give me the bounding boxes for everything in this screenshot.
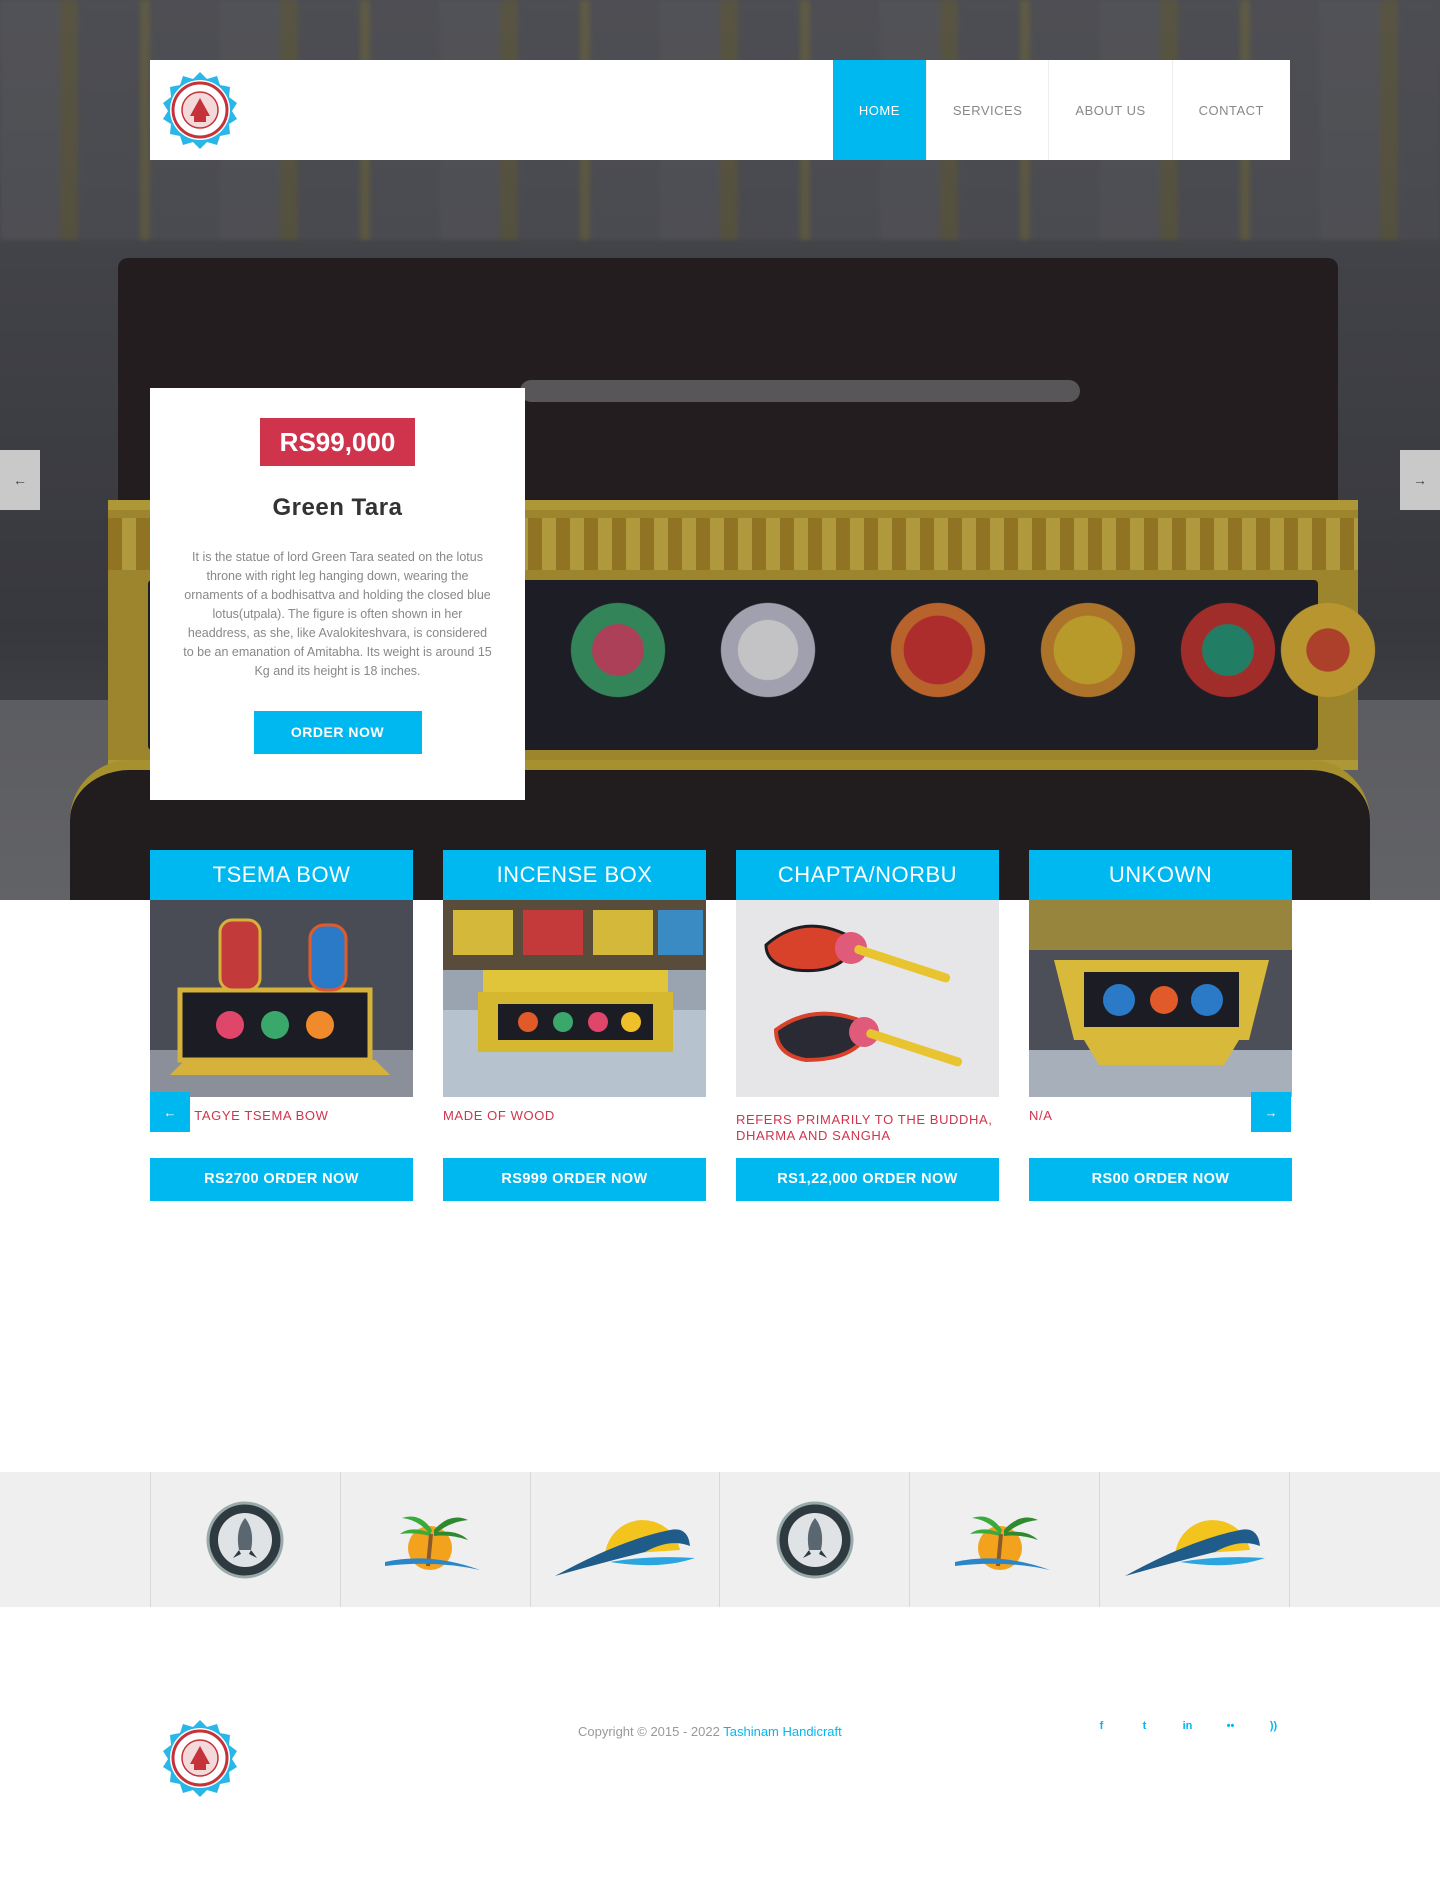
partners-strip	[0, 1472, 1440, 1607]
facebook-icon[interactable]: f	[1080, 1716, 1123, 1736]
nav-services[interactable]: SERVICES	[925, 60, 1049, 160]
product-title: TSEMA BOW	[150, 850, 413, 900]
site-logo[interactable]	[160, 70, 240, 150]
featured-title: Green Tara	[272, 494, 403, 521]
nav-contact[interactable]: CONTACT	[1171, 60, 1290, 160]
nav-home[interactable]: HOME	[832, 60, 926, 160]
main-nav: HOME SERVICES ABOUT US CONTACT	[832, 60, 1290, 160]
partner-logo-dolphin-sun[interactable]	[1100, 1472, 1290, 1607]
product-order-button[interactable]: RS1,22,000 ORDER NOW	[736, 1158, 999, 1201]
product-order-button[interactable]: RS00 ORDER NOW	[1029, 1158, 1292, 1201]
linkedin-icon[interactable]: in	[1166, 1716, 1209, 1736]
product-carousel: TSEMA BOW TASHI TAGYE TSEMA BOW RS2700 O…	[150, 850, 1292, 1201]
product-card: INCENSE BOX MADE OF WOOD RS999 ORDER NOW	[443, 850, 706, 1201]
partner-logo-palm-island[interactable]	[910, 1472, 1101, 1607]
site-header: HOME SERVICES ABOUT US CONTACT	[150, 60, 1290, 160]
product-image-unknown[interactable]	[1029, 900, 1292, 1097]
nav-about-us[interactable]: ABOUT US	[1048, 60, 1171, 160]
product-order-button[interactable]: RS2700 ORDER NOW	[150, 1158, 413, 1201]
product-title: INCENSE BOX	[443, 850, 706, 900]
copyright-brand-link[interactable]: Tashinam Handicraft	[723, 1724, 842, 1739]
product-card: TSEMA BOW TASHI TAGYE TSEMA BOW RS2700 O…	[150, 850, 413, 1201]
featured-price-badge: RS99,000	[259, 418, 416, 466]
copyright-prefix: Copyright © 2015 - 2022	[578, 1724, 720, 1739]
flickr-icon[interactable]: ••	[1209, 1716, 1252, 1736]
partner-logo-rocket[interactable]	[720, 1472, 911, 1607]
product-image-tsema-bow[interactable]	[150, 900, 413, 1097]
product-image-incense-box[interactable]	[443, 900, 706, 1097]
carousel-prev-button[interactable]: ←	[150, 1092, 190, 1132]
product-card: CHAPTA/NORBU REFERS PRIMARILY TO THE BUD…	[736, 850, 999, 1201]
partner-logo-rocket[interactable]	[151, 1472, 341, 1607]
product-title: UNKOWN	[1029, 850, 1292, 900]
slider-next-button[interactable]: →	[1400, 450, 1440, 510]
partners-row	[150, 1472, 1290, 1607]
product-card: UNKOWN N/A RS00 ORDER NOW	[1029, 850, 1292, 1201]
product-order-button[interactable]: RS999 ORDER NOW	[443, 1158, 706, 1201]
footer-logo[interactable]	[160, 1718, 240, 1798]
featured-description: It is the statue of lord Green Tara seat…	[183, 550, 492, 678]
product-title: CHAPTA/NORBU	[736, 850, 999, 900]
carousel-next-button[interactable]: →	[1251, 1092, 1291, 1132]
featured-order-button[interactable]: ORDER NOW	[253, 711, 422, 754]
slider-prev-button[interactable]: ←	[0, 450, 40, 510]
product-description: MADE OF WOOD	[443, 1108, 555, 1123]
product-image-chapta-norbu[interactable]	[736, 900, 999, 1097]
social-links: f t in •• ))	[1080, 1716, 1295, 1736]
rss-icon[interactable]: ))	[1252, 1716, 1295, 1736]
partner-logo-palm-island[interactable]	[341, 1472, 531, 1607]
featured-product-card: RS99,000 Green Tara It is the statue of …	[150, 388, 525, 800]
copyright-text: Copyright © 2015 - 2022 Tashinam Handicr…	[578, 1724, 842, 1739]
product-description: REFERS PRIMARILY TO THE BUDDHA, DHARMA A…	[736, 1112, 993, 1143]
partner-logo-dolphin-sun[interactable]	[531, 1472, 721, 1607]
twitter-icon[interactable]: t	[1123, 1716, 1166, 1736]
